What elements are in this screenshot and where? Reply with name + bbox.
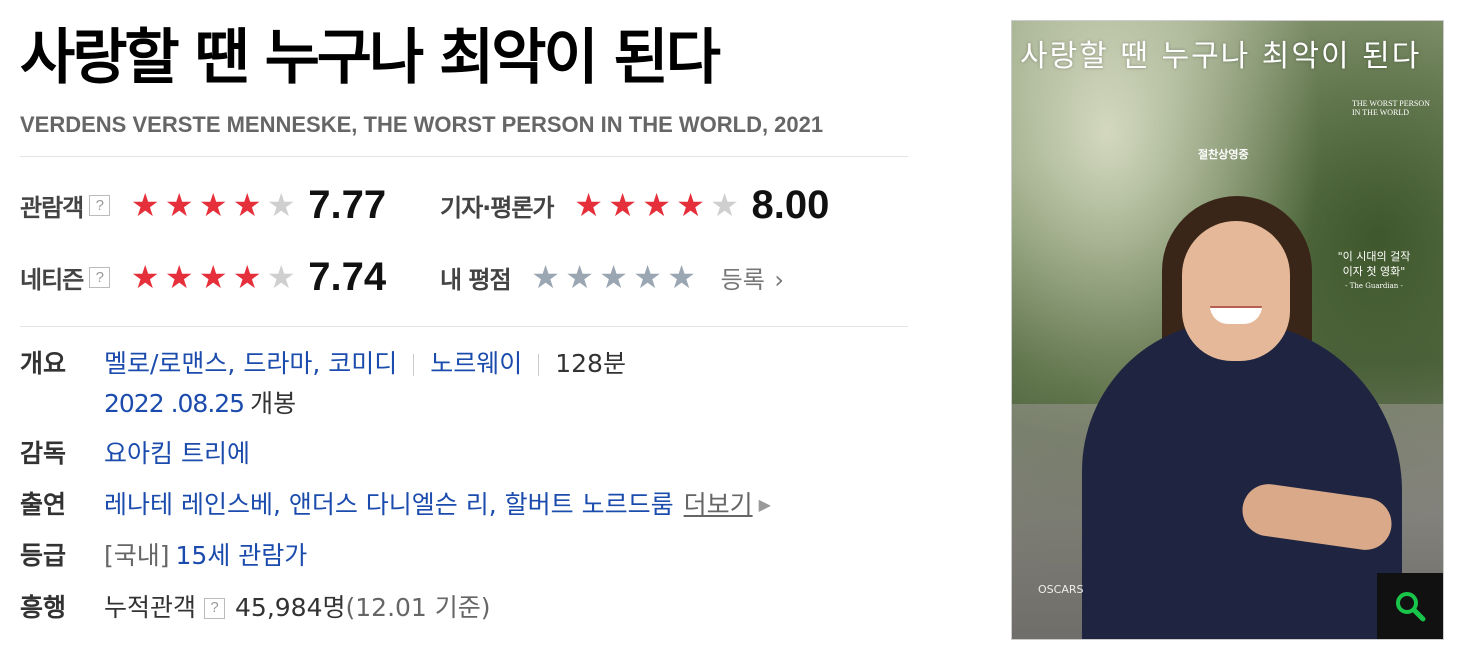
star-icon: ★ xyxy=(266,186,296,224)
netizen-rating: 네티즌 ? ★ ★ ★ ★ ★ 7.74 xyxy=(20,255,440,300)
country-link[interactable]: 노르웨이 xyxy=(430,349,522,378)
info-cast: 출연 레나테 레인스베, 앤더스 다니엘슨 리, 할버트 노르드룸 더보기 ▶ xyxy=(20,485,771,525)
movie-original-title: VERDENS VERSTE MENNESKE, THE WORST PERSO… xyxy=(20,112,824,137)
star-icon[interactable]: ★ xyxy=(665,261,699,293)
star-icon: ★ xyxy=(198,258,228,296)
critics-label: 기자·평론가 xyxy=(440,193,555,222)
star-icon: ★ xyxy=(198,186,228,224)
grade-prefix: [국내] xyxy=(104,541,170,570)
netizen-label: 네티즌 xyxy=(20,265,84,294)
info-boxoffice: 흥행 누적관객 ? 45,984명 (12.01 기준) xyxy=(20,588,491,628)
info-director: 감독 요아킴 트리에 xyxy=(20,434,250,474)
star-icon: ★ xyxy=(266,258,296,296)
grade-key: 등급 xyxy=(20,541,67,570)
my-rating-stars[interactable]: ★ ★ ★ ★ ★ xyxy=(529,261,699,293)
director-link[interactable]: 요아킴 트리에 xyxy=(104,434,250,474)
poster-quote: "이 시대의 걸작이자 첫 영화" - The Guardian - xyxy=(1334,249,1414,294)
audience-stars: ★ ★ ★ ★ ★ xyxy=(128,189,298,221)
help-icon[interactable]: ? xyxy=(89,194,111,216)
info-overview: 개요 멜로/로맨스, 드라마, 코미디 노르웨이 128분 xyxy=(20,344,626,384)
poster-now-showing: 절찬상영중 xyxy=(1198,148,1249,161)
cast-link[interactable]: 레나테 레인스베, 앤더스 다니엘슨 리, 할버트 노르드룸 xyxy=(104,485,674,525)
movie-title: 사랑할 땐 누구나 최악이 된다 xyxy=(20,23,721,93)
star-icon: ★ xyxy=(164,186,194,224)
boxoffice-label: 누적관객 xyxy=(104,593,197,622)
netizen-score: 7.74 xyxy=(308,254,387,299)
boxoffice-basis: (12.01 기준) xyxy=(345,593,491,622)
rating-row-1: 관람객 ? ★ ★ ★ ★ ★ 7.77 기자·평론가 ★ ★ ★ ★ ★ 8.00 xyxy=(20,180,829,230)
help-icon[interactable]: ? xyxy=(89,266,111,288)
critics-score: 8.00 xyxy=(751,182,830,227)
star-icon: ★ xyxy=(164,258,194,296)
boxoffice-count: 45,984명 xyxy=(235,593,346,622)
chevron-right-icon: › xyxy=(774,265,785,294)
star-icon: ★ xyxy=(642,186,671,224)
release-suffix: 개봉 xyxy=(250,389,297,418)
poster-quote-source: - The Guardian - xyxy=(1345,282,1403,290)
divider xyxy=(20,326,908,327)
runtime: 128분 xyxy=(555,349,626,378)
star-icon[interactable]: ★ xyxy=(631,261,665,293)
audience-label: 관람객 xyxy=(20,193,84,222)
star-icon: ★ xyxy=(130,258,160,296)
star-icon: ★ xyxy=(232,258,262,296)
director-key: 감독 xyxy=(20,439,67,468)
search-icon xyxy=(1396,592,1426,622)
cast-key: 출연 xyxy=(20,490,67,519)
info-grade: 등급 [국내] 15세 관람가 xyxy=(20,536,307,576)
more-cast-button[interactable]: 더보기 xyxy=(684,485,753,525)
audience-score: 7.77 xyxy=(308,182,387,227)
my-rating-label: 내 평점 xyxy=(440,265,512,294)
poster-zoom-button[interactable] xyxy=(1377,573,1443,639)
separator xyxy=(413,354,415,376)
divider xyxy=(20,156,908,157)
audience-rating: 관람객 ? ★ ★ ★ ★ ★ 7.77 xyxy=(20,183,440,228)
rating-row-2: 네티즌 ? ★ ★ ★ ★ ★ 7.74 내 평점 ★ ★ ★ ★ ★ 등록 › xyxy=(20,252,784,302)
register-rating-link[interactable]: 등록 › xyxy=(721,260,784,295)
grade-link[interactable]: 15세 관람가 xyxy=(176,536,308,576)
poster-face xyxy=(1182,221,1290,361)
star-icon: ★ xyxy=(130,186,160,224)
boxoffice-key: 흥행 xyxy=(20,593,67,622)
star-icon: ★ xyxy=(232,186,262,224)
poster-oscars-text: OSCARS xyxy=(1038,583,1084,596)
register-label: 등록 xyxy=(720,265,765,294)
movie-poster[interactable]: 사랑할 땐 누구나 최악이 된다 THE WORST PERSON IN THE… xyxy=(1011,20,1444,640)
star-icon: ★ xyxy=(676,186,705,224)
star-icon[interactable]: ★ xyxy=(563,261,597,293)
critics-rating: 기자·평론가 ★ ★ ★ ★ ★ 8.00 xyxy=(440,183,829,228)
info-release: 2022 .08.25 개봉 xyxy=(104,384,296,424)
my-rating: 내 평점 ★ ★ ★ ★ ★ 등록 › xyxy=(440,260,784,295)
help-icon[interactable]: ? xyxy=(204,597,226,619)
star-icon: ★ xyxy=(608,186,637,224)
genres-link[interactable]: 멜로/로맨스, 드라마, 코미디 xyxy=(104,349,397,378)
separator xyxy=(538,354,540,376)
caret-right-icon: ▶ xyxy=(758,495,771,514)
poster-english-title: THE WORST PERSON IN THE WORLD xyxy=(1352,99,1430,117)
star-icon[interactable]: ★ xyxy=(529,261,563,293)
overview-key: 개요 xyxy=(20,349,67,378)
netizen-stars: ★ ★ ★ ★ ★ xyxy=(128,261,298,293)
star-icon[interactable]: ★ xyxy=(597,261,631,293)
star-icon: ★ xyxy=(574,186,603,224)
release-date-link[interactable]: 2022 .08.25 xyxy=(104,384,245,424)
star-icon: ★ xyxy=(710,186,739,224)
poster-title-text: 사랑할 땐 누구나 최악이 된다 xyxy=(1020,39,1422,74)
critics-stars: ★ ★ ★ ★ ★ xyxy=(572,189,742,221)
poster-quote-text: "이 시대의 걸작이자 첫 영화" xyxy=(1337,250,1411,278)
